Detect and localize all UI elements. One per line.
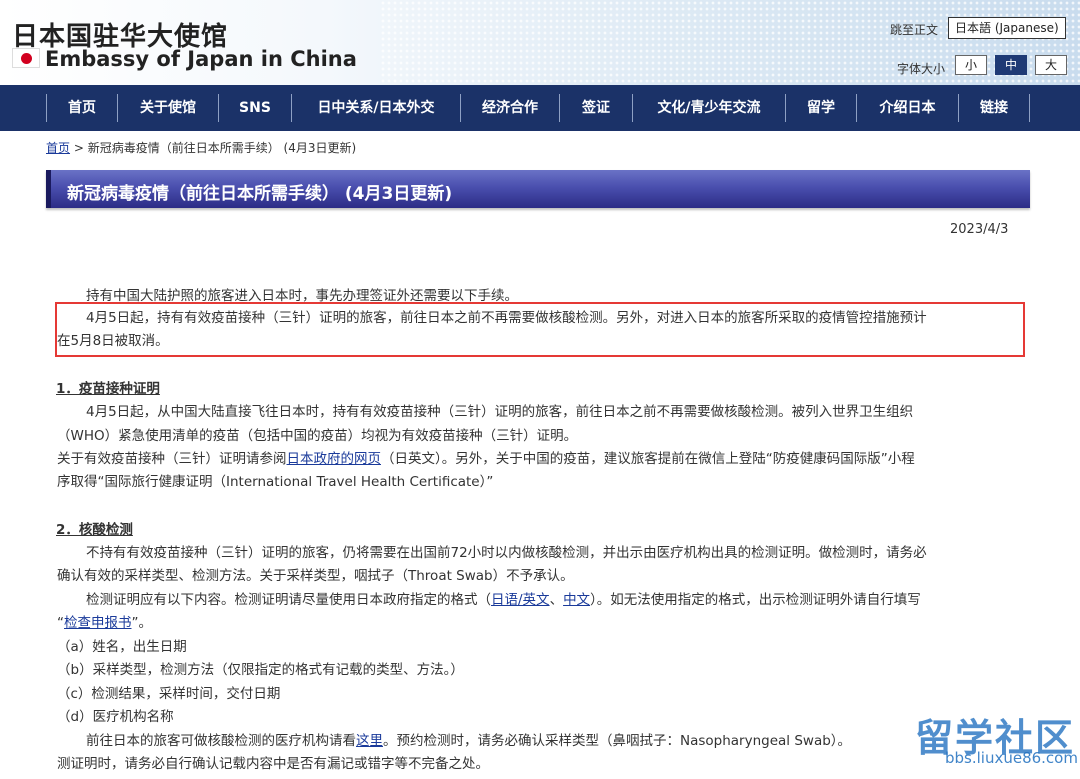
font-size-medium-button[interactable]: 中 (995, 55, 1027, 75)
section-1-line-4: 序取得“国际旅行健康证明（International Travel Health… (57, 474, 494, 490)
watermark-url: bbs.liuxue86.com (945, 749, 1078, 767)
main-navigation: 首页 关于使馆 SNS 日中关系/日本外交 经济合作 签证 文化/青少年交流 留… (0, 85, 1080, 131)
text-span: ）。如无法使用指定的格式，出示检测证明外请自行填写 (590, 592, 921, 608)
section-1-line-3: 关于有效疫苗接种（三针）证明请参阅日本政府的网页（日英文）。另外，关于中国的疫苗… (57, 447, 915, 467)
publish-date: 2023/4/3 (950, 222, 1009, 237)
text-span: 、 (549, 592, 564, 608)
font-size-label: 字体大小 (897, 62, 946, 76)
text-span: 关于有效疫苗接种（三针）证明请参阅 (57, 451, 287, 467)
nav-item-introduce-japan[interactable]: 介绍日本 (857, 85, 958, 131)
nav-item-study-abroad[interactable]: 留学 (786, 85, 856, 131)
format-chinese-link[interactable]: 中文 (563, 592, 590, 608)
inspection-declaration-link[interactable]: 检查申报书 (64, 615, 132, 631)
section-2-line-9: 前往日本的旅客可做核酸检测的医疗机构请看这里。预约检测时，请务必确认采样类型（鼻… (86, 729, 851, 749)
text-span: ”。 (131, 615, 153, 631)
section-1-line-2: （WHO）紧急使用清单的疫苗（包括中国的疫苗）均视为有效疫苗接种（三针）证明。 (57, 428, 578, 444)
list-item-a: （a）姓名，出生日期 (57, 639, 187, 655)
list-item-c: （c）检测结果，采样时间，交付日期 (57, 686, 281, 702)
section-2-heading: 2．核酸检测 (56, 522, 133, 538)
list-item-b: （b）采样类型，检测方法（仅限指定的格式有记载的类型、方法。） (57, 662, 464, 678)
breadcrumb-current: 新冠病毒疫情（前往日本所需手续） (4月3日更新) (87, 141, 357, 155)
text-span: “ (57, 615, 64, 631)
site-header: 日本国驻华大使馆 Embassy of Japan in China 跳至正文 … (0, 0, 1080, 85)
nav-item-links[interactable]: 链接 (959, 85, 1029, 131)
section-2-line-1: 不持有有效疫苗接种（三针）证明的旅客，仍将需要在出国前72小时以内做核酸检测，并… (86, 545, 927, 561)
list-item-d: （d）医疗机构名称 (57, 709, 174, 725)
site-title-english[interactable]: Embassy of Japan in China (45, 47, 357, 71)
intro-paragraph: 持有中国大陆护照的旅客进入日本时，事先办理签证外还需要以下手续。 (86, 288, 518, 304)
highlight-line-2: 在5月8日被取消。 (57, 333, 169, 349)
nav-item-home[interactable]: 首页 (47, 85, 117, 131)
breadcrumb-separator: > (70, 141, 88, 155)
nav-item-visa[interactable]: 签证 (560, 85, 632, 131)
section-1-line-1: 4月5日起，从中国大陆直接飞往日本时，持有有效疫苗接种（三针）证明的旅客，前往日… (86, 404, 914, 420)
highlight-line-1: 4月5日起，持有有效疫苗接种（三针）证明的旅客，前往日本之前不再需要做核酸检测。… (86, 310, 927, 326)
nav-item-culture-youth-exchange[interactable]: 文化/青少年交流 (633, 85, 785, 131)
japan-flag-icon (12, 48, 40, 68)
skip-to-content-link[interactable]: 跳至正文 (890, 21, 938, 38)
section-1-heading: 1．疫苗接种证明 (56, 381, 160, 397)
section-2-line-3: 检测证明应有以下内容。检测证明请尽量使用日本政府指定的格式（日语/英文、中文）。… (86, 588, 921, 608)
japan-government-webpage-link[interactable]: 日本政府的网页 (287, 451, 382, 467)
text-span: 。预约检测时，请务必确认采样类型（鼻咽拭子：Nasopharyngeal Swa… (383, 733, 852, 749)
breadcrumb-home-link[interactable]: 首页 (46, 141, 70, 155)
font-size-small-button[interactable]: 小 (955, 55, 987, 75)
nav-item-economic-cooperation[interactable]: 经济合作 (461, 85, 559, 131)
japanese-language-button[interactable]: 日本語 (Japanese) (948, 17, 1066, 39)
section-2-line-10: 测证明时，请务必自行确认记载内容中是否有漏记或错字等不完备之处。 (57, 756, 489, 772)
page-title-bar: 新冠病毒疫情（前往日本所需手续） (4月3日更新) (46, 170, 1030, 208)
section-2-line-4: “检查申报书”。 (57, 611, 152, 631)
text-span: 前往日本的旅客可做核酸检测的医疗机构请看 (86, 733, 356, 749)
nav-item-japan-china-relations[interactable]: 日中关系/日本外交 (292, 85, 460, 131)
nav-item-about-embassy[interactable]: 关于使馆 (118, 85, 218, 131)
breadcrumb: 首页 > 新冠病毒疫情（前往日本所需手续） (4月3日更新) (46, 139, 356, 156)
font-size-large-button[interactable]: 大 (1035, 55, 1067, 75)
nav-item-sns[interactable]: SNS (219, 85, 291, 131)
medical-institutions-link[interactable]: 这里 (356, 733, 383, 749)
section-2-line-2: 确认有效的采样类型、检测方法。关于采样类型，咽拭子（Throat Swab）不予… (57, 568, 574, 584)
text-span: 检测证明应有以下内容。检测证明请尽量使用日本政府指定的格式（ (86, 592, 491, 608)
page-title: 新冠病毒疫情（前往日本所需手续） (4月3日更新) (67, 184, 453, 204)
watermark: 留学社区 bbs.liuxue86.com (905, 705, 1080, 779)
text-span: （日英文）。另外，关于中国的疫苗，建议旅客提前在微信上登陆“防疫健康码国际版”小… (381, 451, 915, 467)
nav-divider (1029, 94, 1030, 122)
format-japanese-english-link[interactable]: 日语/英文 (491, 592, 550, 608)
